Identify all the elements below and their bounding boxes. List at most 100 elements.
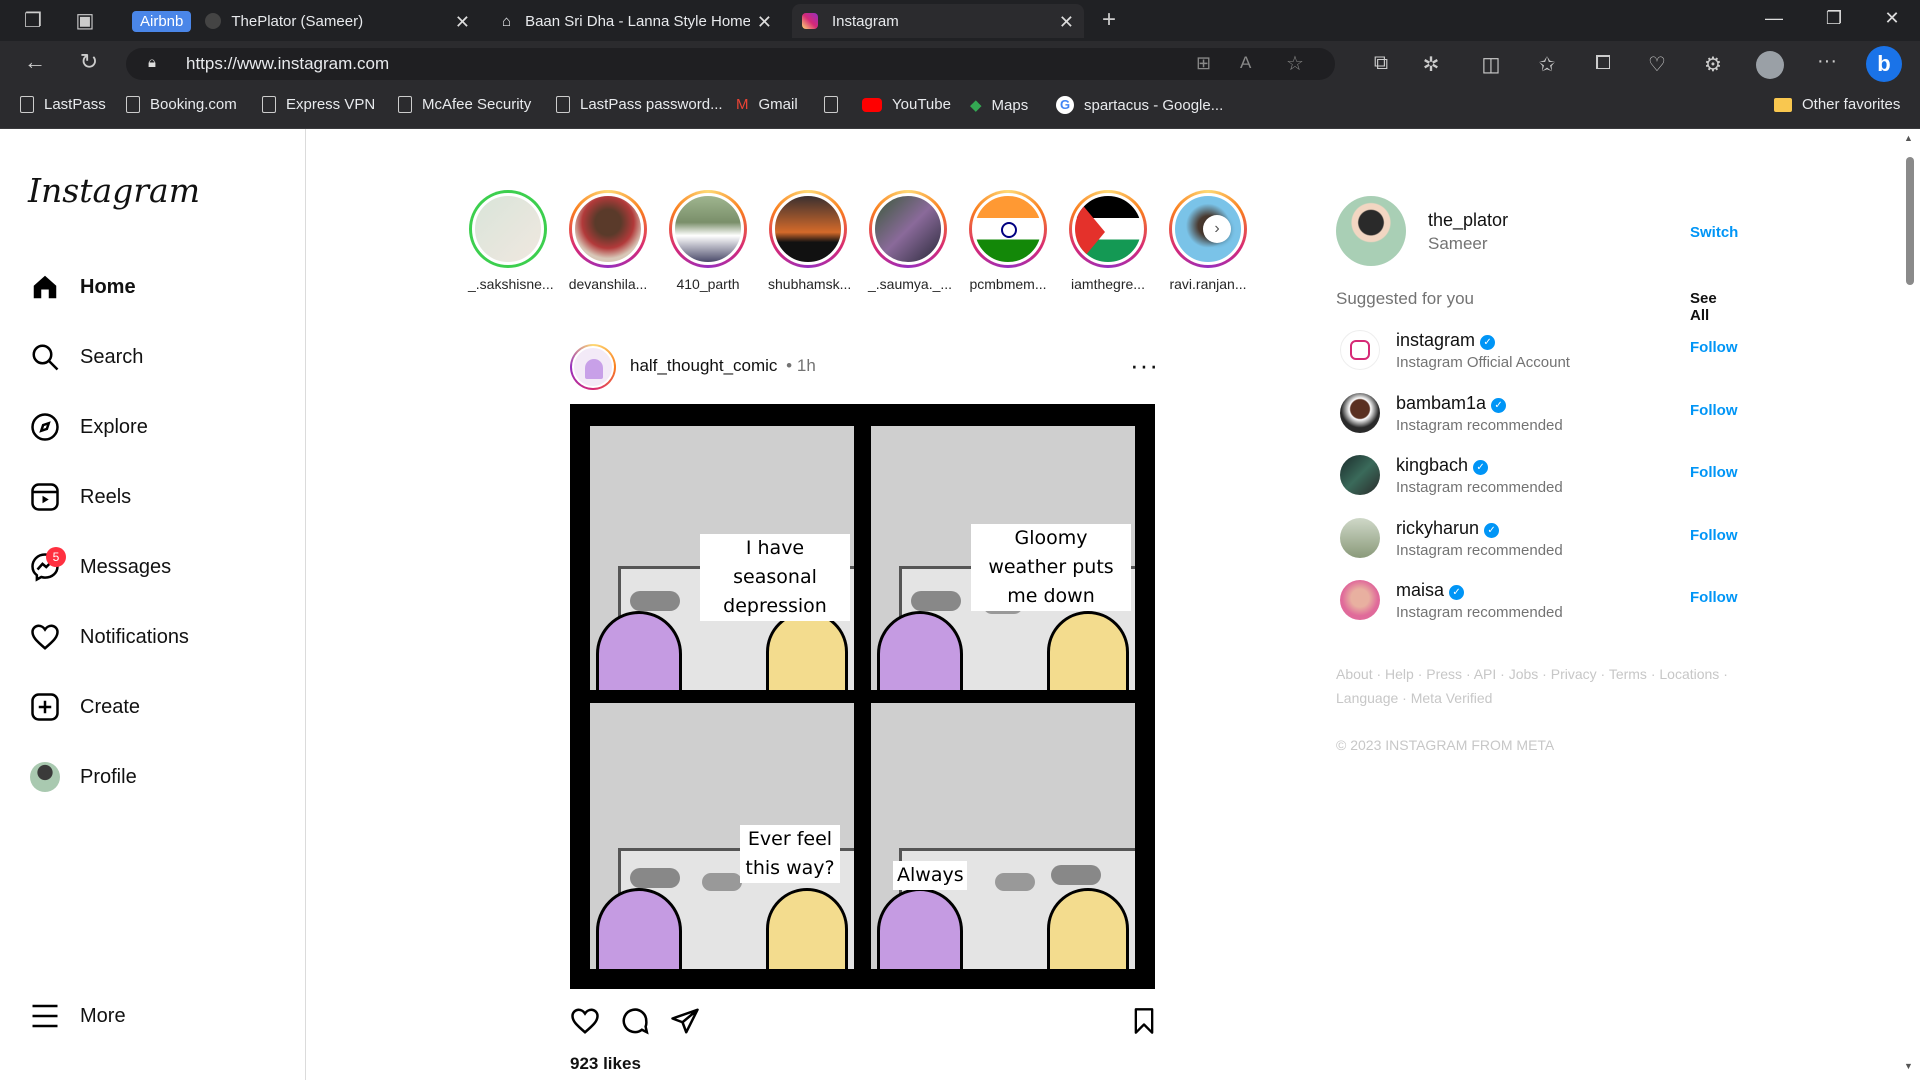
nav-reels[interactable]: Reels xyxy=(30,482,131,512)
suggestion-username[interactable]: rickyharun ✓ xyxy=(1396,518,1500,539)
tab-theplator[interactable]: Airbnb ThePlator (Sameer) ✕ xyxy=(122,4,480,38)
read-aloud-icon[interactable]: A xyxy=(1240,53,1251,73)
post-image-comic[interactable]: I have seasonal depression Gloomy weathe… xyxy=(570,404,1155,989)
post-time[interactable]: 1h xyxy=(797,356,816,375)
post-author-avatar[interactable] xyxy=(570,344,616,390)
bookmark-mcafee[interactable]: McAfee Security xyxy=(398,96,531,113)
story-item[interactable]: 410_parth xyxy=(668,190,748,292)
profile-avatar-icon[interactable] xyxy=(1756,51,1784,79)
new-tab-icon[interactable]: + xyxy=(1094,6,1124,34)
instagram-icon[interactable] xyxy=(1340,330,1380,370)
avatar[interactable] xyxy=(1340,455,1380,495)
restore-icon[interactable]: ❐ xyxy=(1814,8,1854,29)
tab-close-icon[interactable]: ✕ xyxy=(455,12,470,33)
switch-account-link[interactable]: Switch xyxy=(1690,224,1738,241)
url-field[interactable]: 🔒︎ https://www.instagram.com ⊞ A ☆ xyxy=(126,48,1335,80)
tab-baan-sri-dha[interactable]: ⌂ Baan Sri Dha - Lanna Style Home ✕ xyxy=(492,4,782,38)
bookmark-expressvpn[interactable]: Express VPN xyxy=(262,96,375,113)
bookmark-other-favorites[interactable]: Other favorites xyxy=(1774,96,1900,113)
bookmark-lastpass[interactable]: LastPass xyxy=(20,96,106,113)
bookmark-label: spartacus - Google... xyxy=(1084,96,1224,114)
bookmark-lastpass-password[interactable]: LastPass password... xyxy=(556,96,723,113)
bing-copilot-icon[interactable]: b xyxy=(1866,46,1902,82)
stories-tray: _.sakshisne... devanshila... 410_parth s… xyxy=(468,190,1258,300)
back-icon[interactable]: ← xyxy=(20,49,50,75)
current-user-avatar[interactable] xyxy=(1336,196,1406,266)
nav-home[interactable]: Home xyxy=(30,272,136,302)
close-window-icon[interactable]: ✕ xyxy=(1872,8,1912,29)
like-heart-icon[interactable] xyxy=(570,1006,600,1036)
story-item[interactable]: pcmbmem... xyxy=(968,190,1048,292)
copilot-tools-icon[interactable]: ⚙ xyxy=(1698,52,1728,77)
bookmark-page[interactable] xyxy=(824,96,848,113)
follow-button[interactable]: Follow xyxy=(1690,589,1738,606)
favorites-icon[interactable]: ✩ xyxy=(1532,52,1562,77)
suggestion-username[interactable]: bambam1a ✓ xyxy=(1396,393,1507,414)
follow-button[interactable]: Follow xyxy=(1690,339,1738,356)
stories-next-button[interactable]: › xyxy=(1203,215,1231,243)
nav-search[interactable]: Search xyxy=(30,342,143,372)
story-item[interactable]: _.sakshisne... xyxy=(468,190,554,292)
page-scrollbar[interactable]: ▲ ▼ xyxy=(1900,129,1920,1080)
footer-links[interactable]: About · Help · Press · API · Jobs · Priv… xyxy=(1336,666,1728,682)
footer-links-2[interactable]: Language · Meta Verified xyxy=(1336,690,1492,706)
workspaces-icon[interactable]: ❐ xyxy=(18,8,48,33)
nav-profile[interactable]: Profile xyxy=(30,762,137,792)
post-options-icon[interactable]: ··· xyxy=(1130,350,1159,381)
extension-icon[interactable]: ⧉ xyxy=(1366,52,1396,75)
tab-close-icon[interactable]: ✕ xyxy=(1059,12,1074,33)
extensions-puzzle-icon[interactable]: ✲ xyxy=(1416,52,1446,77)
story-item[interactable]: shubhamsk... xyxy=(768,190,851,292)
tab-close-icon[interactable]: ✕ xyxy=(757,12,772,33)
story-ring xyxy=(669,190,747,268)
story-item[interactable]: iamthegre... xyxy=(1068,190,1148,292)
app-available-icon[interactable]: ⊞ xyxy=(1196,53,1211,74)
suggestion-username[interactable]: instagram ✓ xyxy=(1396,330,1496,351)
bookmark-spartacus[interactable]: Gspartacus - Google... xyxy=(1056,96,1223,114)
minimize-icon[interactable]: — xyxy=(1754,8,1794,29)
bookmark-booking[interactable]: Booking.com xyxy=(126,96,237,113)
scrollbar-thumb[interactable] xyxy=(1906,157,1914,285)
avatar[interactable] xyxy=(1340,580,1380,620)
follow-button[interactable]: Follow xyxy=(1690,464,1738,481)
avatar[interactable] xyxy=(1340,393,1380,433)
suggestion-username[interactable]: maisa ✓ xyxy=(1396,580,1465,601)
browser-essentials-icon[interactable]: ♡ xyxy=(1642,52,1672,77)
yellow-character xyxy=(766,611,848,690)
more-menu-icon[interactable]: ··· xyxy=(1812,50,1842,73)
bookmark-gmail[interactable]: M Gmail xyxy=(736,96,798,113)
share-send-icon[interactable] xyxy=(670,1006,700,1036)
tab-instagram[interactable]: Instagram ✕ xyxy=(792,4,1084,38)
post-author[interactable]: half_thought_comic • 1h xyxy=(630,356,816,376)
split-screen-icon[interactable]: ◫ xyxy=(1476,52,1506,77)
tab-group-badge[interactable]: Airbnb xyxy=(132,10,192,32)
collections-icon[interactable]: ⧠ xyxy=(1588,52,1618,75)
current-username[interactable]: the_plator xyxy=(1428,210,1508,231)
nav-create[interactable]: Create xyxy=(30,692,140,722)
save-bookmark-icon[interactable] xyxy=(1130,1006,1158,1036)
comment-icon[interactable] xyxy=(620,1006,650,1036)
story-item[interactable]: _.saumya._... xyxy=(868,190,952,292)
story-item[interactable]: devanshila... xyxy=(568,190,648,292)
follow-button[interactable]: Follow xyxy=(1690,402,1738,419)
bookmark-maps[interactable]: ◆ Maps xyxy=(970,96,1028,115)
post-username[interactable]: half_thought_comic xyxy=(630,356,777,375)
scroll-up-icon[interactable]: ▲ xyxy=(1904,133,1913,143)
scroll-down-icon[interactable]: ▼ xyxy=(1904,1061,1913,1071)
see-all-link[interactable]: See All xyxy=(1690,290,1736,324)
nav-explore[interactable]: Explore xyxy=(30,412,148,442)
nav-more[interactable]: More xyxy=(30,1001,126,1031)
favorite-star-icon[interactable]: ☆ xyxy=(1286,51,1304,76)
story-item[interactable]: ravi.ranjan... xyxy=(1168,190,1248,292)
avatar[interactable] xyxy=(1340,518,1380,558)
follow-button[interactable]: Follow xyxy=(1690,527,1738,544)
nav-notifications[interactable]: Notifications xyxy=(30,622,189,652)
suggestion-username[interactable]: kingbach ✓ xyxy=(1396,455,1489,476)
tab-title: Baan Sri Dha - Lanna Style Home xyxy=(525,12,751,30)
tab-actions-icon[interactable]: ▣ xyxy=(70,8,100,33)
instagram-logo[interactable]: Instagram xyxy=(28,171,200,210)
likes-count[interactable]: 923 likes xyxy=(570,1054,641,1074)
refresh-icon[interactable]: ↻ xyxy=(74,49,104,75)
bookmark-youtube[interactable]: YouTube xyxy=(862,96,951,113)
google-icon: G xyxy=(1056,96,1074,114)
